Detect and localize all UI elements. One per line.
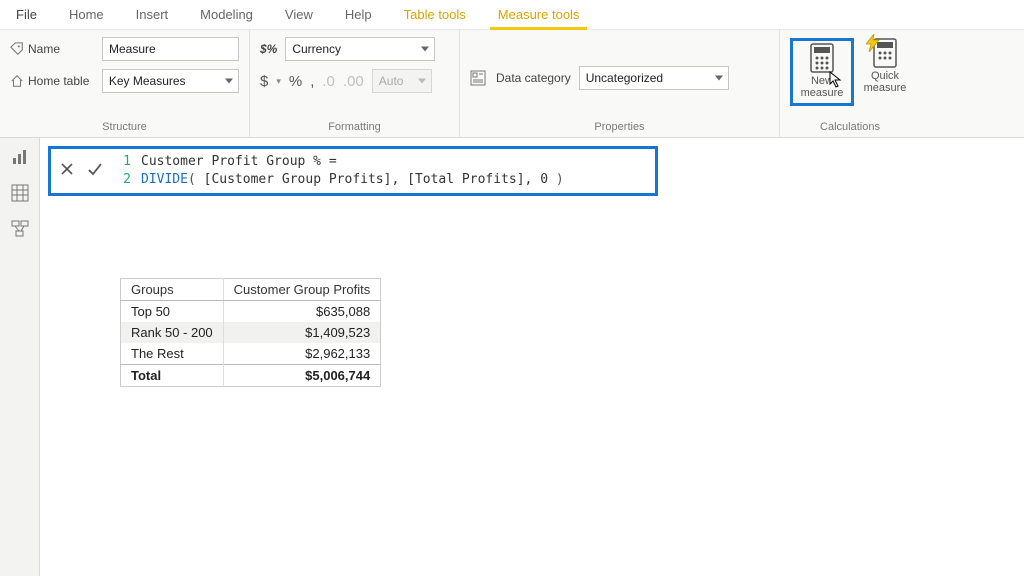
calculator-icon xyxy=(807,43,837,73)
report-view-icon[interactable] xyxy=(11,148,29,166)
data-category-label: Data category xyxy=(496,71,571,85)
data-view-icon[interactable] xyxy=(11,184,29,202)
decimals-combo[interactable]: Auto xyxy=(372,69,432,93)
group-label-calculations: Calculations xyxy=(790,119,910,137)
home-icon xyxy=(10,74,24,88)
table-row[interactable]: The Rest $2,962,133 xyxy=(121,343,381,365)
formula-line-2: DIVIDE( [Customer Group Profits], [Total… xyxy=(141,171,564,189)
currency-dropdown[interactable]: $ xyxy=(260,73,268,90)
group-label-properties: Properties xyxy=(470,119,769,137)
quick-measure-button[interactable]: Quick measure xyxy=(860,38,910,94)
menu-view[interactable]: View xyxy=(269,0,329,29)
menu-file[interactable]: File xyxy=(0,0,53,29)
menu-modeling[interactable]: Modeling xyxy=(184,0,269,29)
quick-measure-label: Quick measure xyxy=(860,70,910,94)
home-table-label: Home table xyxy=(28,74,89,88)
table-row[interactable]: Rank 50 - 200 $1,409,523 xyxy=(121,322,381,343)
formula-bar: 1Customer Profit Group % = 2DIVIDE( [Cus… xyxy=(48,146,658,196)
formula-editor[interactable]: 1Customer Profit Group % = 2DIVIDE( [Cus… xyxy=(113,153,651,189)
format-combo[interactable]: Currency xyxy=(285,37,435,61)
data-category-combo[interactable]: Uncategorized xyxy=(579,66,729,90)
view-switcher xyxy=(0,138,40,576)
name-input[interactable]: Measure xyxy=(102,37,239,61)
ribbon-group-structure: Name Measure Home table Key Measures Str… xyxy=(0,30,250,137)
formula-commit-button[interactable] xyxy=(83,157,107,181)
name-label: Name xyxy=(28,42,60,56)
ribbon-group-properties: Data category Uncategorized Properties xyxy=(460,30,780,137)
format-prefix-icon: $% xyxy=(260,42,277,56)
column-header-profits[interactable]: Customer Group Profits xyxy=(223,279,381,301)
menu-table-tools[interactable]: Table tools xyxy=(388,0,482,29)
ribbon: Name Measure Home table Key Measures Str… xyxy=(0,30,1024,138)
ribbon-group-formatting: $% Currency $ ▾ % , .0 .00 Auto Formatti… xyxy=(250,30,460,137)
home-table-combo[interactable]: Key Measures xyxy=(102,69,239,93)
increase-decimal-button[interactable]: .00 xyxy=(343,73,364,90)
ribbon-group-calculations: New measure Quick measure Calculations xyxy=(780,30,920,137)
decrease-decimal-button[interactable]: .0 xyxy=(322,73,335,90)
menu-help[interactable]: Help xyxy=(329,0,388,29)
menu-home[interactable]: Home xyxy=(53,0,120,29)
data-table-visual[interactable]: Groups Customer Group Profits Top 50 $63… xyxy=(120,278,381,387)
new-measure-highlight: New measure xyxy=(790,38,854,106)
tag-icon xyxy=(10,42,24,56)
report-canvas[interactable]: 1Customer Profit Group % = 2DIVIDE( [Cus… xyxy=(40,138,1024,576)
content-area: 1Customer Profit Group % = 2DIVIDE( [Cus… xyxy=(0,138,1024,576)
quick-calculator-icon xyxy=(870,38,900,68)
formula-cancel-button[interactable] xyxy=(55,157,79,181)
group-label-structure: Structure xyxy=(10,119,239,137)
column-header-groups[interactable]: Groups xyxy=(121,279,224,301)
menu-measure-tools[interactable]: Measure tools xyxy=(482,0,596,29)
menu-bar: File Home Insert Modeling View Help Tabl… xyxy=(0,0,1024,30)
model-view-icon[interactable] xyxy=(11,220,29,238)
table-row[interactable]: Top 50 $635,088 xyxy=(121,301,381,323)
formula-line-1: Customer Profit Group % = xyxy=(141,153,337,171)
percent-button[interactable]: % xyxy=(289,73,302,90)
group-label-formatting: Formatting xyxy=(260,119,449,137)
menu-insert[interactable]: Insert xyxy=(120,0,185,29)
new-measure-button[interactable]: New measure xyxy=(795,43,849,101)
category-icon xyxy=(470,70,486,86)
table-total-row[interactable]: Total $5,006,744 xyxy=(121,365,381,387)
thousands-button[interactable]: , xyxy=(310,73,314,90)
